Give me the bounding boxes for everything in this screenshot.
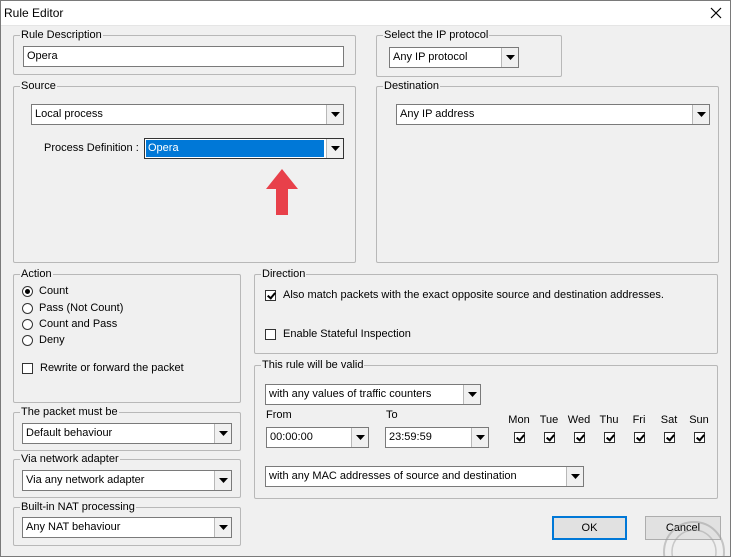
day-fri[interactable]: Fri bbox=[624, 414, 654, 443]
validity-legend: This rule will be valid bbox=[262, 359, 364, 371]
day-sat[interactable]: Sat bbox=[654, 414, 684, 443]
action-count-and-pass-radio[interactable]: Count and Pass bbox=[22, 318, 117, 330]
nat-legend: Built-in NAT processing bbox=[21, 501, 135, 513]
destination-legend: Destination bbox=[384, 80, 440, 92]
day-sun[interactable]: Sun bbox=[684, 414, 714, 443]
direction-legend: Direction bbox=[262, 268, 306, 280]
traffic-counters-select[interactable]: with any values of traffic counters bbox=[265, 384, 481, 405]
mac-address-value: with any MAC addresses of source and des… bbox=[269, 470, 517, 482]
stateful-inspection-checkbox[interactable]: Enable Stateful Inspection bbox=[265, 328, 411, 340]
ok-button[interactable]: OK bbox=[552, 516, 627, 540]
title-bar: Rule Editor bbox=[0, 0, 731, 26]
action-deny-radio[interactable]: Deny bbox=[22, 334, 65, 346]
process-definition-select[interactable]: Opera bbox=[144, 138, 344, 159]
day-wed-label: Wed bbox=[567, 414, 591, 426]
day-tue[interactable]: Tue bbox=[534, 414, 564, 443]
packet-must-be-legend: The packet must be bbox=[21, 406, 118, 418]
chevron-down-icon[interactable] bbox=[214, 424, 231, 443]
day-fri-checkbox[interactable] bbox=[633, 432, 645, 443]
source-value: Local process bbox=[35, 108, 103, 120]
day-wed[interactable]: Wed bbox=[564, 414, 594, 443]
from-time-select[interactable]: 00:00:00 bbox=[266, 427, 369, 448]
checkbox-icon bbox=[265, 328, 276, 340]
nat-select[interactable]: Any NAT behaviour bbox=[22, 517, 232, 538]
day-mon-checkbox[interactable] bbox=[513, 432, 525, 443]
radio-icon bbox=[22, 334, 33, 346]
ip-protocol-value: Any IP protocol bbox=[393, 51, 468, 63]
window-title: Rule Editor bbox=[4, 6, 64, 20]
traffic-counters-value: with any values of traffic counters bbox=[269, 388, 432, 400]
action-count-radio[interactable]: Count bbox=[22, 285, 68, 297]
process-definition-label: Process Definition : bbox=[44, 142, 139, 154]
day-tue-checkbox[interactable] bbox=[543, 432, 555, 443]
chevron-down-icon[interactable] bbox=[214, 471, 231, 490]
chevron-down-icon[interactable] bbox=[501, 48, 518, 67]
direction-group: Direction bbox=[254, 268, 718, 354]
watermark-logo-icon bbox=[663, 521, 725, 557]
checkbox-icon bbox=[22, 362, 33, 374]
day-sat-checkbox[interactable] bbox=[663, 432, 675, 443]
chevron-down-icon[interactable] bbox=[566, 467, 583, 486]
match-opposite-checkbox[interactable]: Also match packets with the exact opposi… bbox=[265, 289, 664, 301]
close-button[interactable] bbox=[701, 0, 731, 26]
action-count-and-pass-label: Count and Pass bbox=[39, 318, 118, 330]
action-legend: Action bbox=[21, 268, 52, 280]
action-pass-label: Pass (Not Count) bbox=[39, 302, 124, 314]
checkbox-checked-icon bbox=[265, 289, 276, 301]
ip-protocol-legend: Select the IP protocol bbox=[384, 29, 489, 41]
day-mon[interactable]: Mon bbox=[504, 414, 534, 443]
source-select[interactable]: Local process bbox=[31, 104, 344, 125]
destination-select[interactable]: Any IP address bbox=[396, 104, 710, 125]
network-adapter-value: Via any network adapter bbox=[26, 474, 145, 486]
from-time-value: 00:00:00 bbox=[270, 431, 313, 443]
chevron-down-icon[interactable] bbox=[351, 428, 368, 447]
chevron-down-icon[interactable] bbox=[214, 518, 231, 537]
chevron-down-icon[interactable] bbox=[692, 105, 709, 124]
chevron-down-icon[interactable] bbox=[326, 139, 343, 158]
day-thu-label: Thu bbox=[599, 414, 619, 426]
match-opposite-label: Also match packets with the exact opposi… bbox=[283, 289, 664, 301]
red-up-arrow-icon bbox=[266, 169, 298, 215]
action-deny-label: Deny bbox=[39, 334, 65, 346]
day-sun-checkbox[interactable] bbox=[693, 432, 705, 443]
day-thu[interactable]: Thu bbox=[594, 414, 624, 443]
day-sat-label: Sat bbox=[660, 414, 678, 426]
packet-must-be-select[interactable]: Default behaviour bbox=[22, 423, 232, 444]
stateful-inspection-label: Enable Stateful Inspection bbox=[283, 328, 411, 340]
destination-value: Any IP address bbox=[400, 108, 475, 120]
network-adapter-legend: Via network adapter bbox=[21, 453, 119, 465]
radio-icon bbox=[22, 318, 33, 330]
from-label: From bbox=[266, 409, 292, 421]
chevron-down-icon[interactable] bbox=[471, 428, 488, 447]
chevron-down-icon[interactable] bbox=[463, 385, 480, 404]
mac-address-select[interactable]: with any MAC addresses of source and des… bbox=[265, 466, 584, 487]
radio-checked-icon bbox=[22, 285, 33, 297]
rewrite-label: Rewrite or forward the packet bbox=[40, 362, 184, 374]
packet-must-be-value: Default behaviour bbox=[26, 427, 113, 439]
day-wed-checkbox[interactable] bbox=[573, 432, 585, 443]
action-pass-radio[interactable]: Pass (Not Count) bbox=[22, 302, 123, 314]
rule-description-legend: Rule Description bbox=[21, 29, 102, 41]
day-mon-label: Mon bbox=[508, 414, 530, 426]
rule-description-input[interactable]: Opera bbox=[23, 46, 344, 67]
chevron-down-icon[interactable] bbox=[326, 105, 343, 124]
source-legend: Source bbox=[21, 80, 56, 92]
to-time-value: 23:59:59 bbox=[389, 431, 432, 443]
network-adapter-select[interactable]: Via any network adapter bbox=[22, 470, 232, 491]
to-time-select[interactable]: 23:59:59 bbox=[385, 427, 489, 448]
nat-value: Any NAT behaviour bbox=[26, 521, 121, 533]
to-label: To bbox=[386, 409, 398, 421]
action-count-label: Count bbox=[39, 285, 69, 297]
day-tue-label: Tue bbox=[539, 414, 559, 426]
process-definition-value: Opera bbox=[146, 140, 324, 157]
radio-icon bbox=[22, 302, 33, 314]
day-sun-label: Sun bbox=[689, 414, 709, 426]
ip-protocol-select[interactable]: Any IP protocol bbox=[389, 47, 519, 68]
close-icon bbox=[710, 7, 722, 19]
day-fri-label: Fri bbox=[632, 414, 646, 426]
rewrite-checkbox[interactable]: Rewrite or forward the packet bbox=[22, 362, 184, 374]
day-thu-checkbox[interactable] bbox=[603, 432, 615, 443]
